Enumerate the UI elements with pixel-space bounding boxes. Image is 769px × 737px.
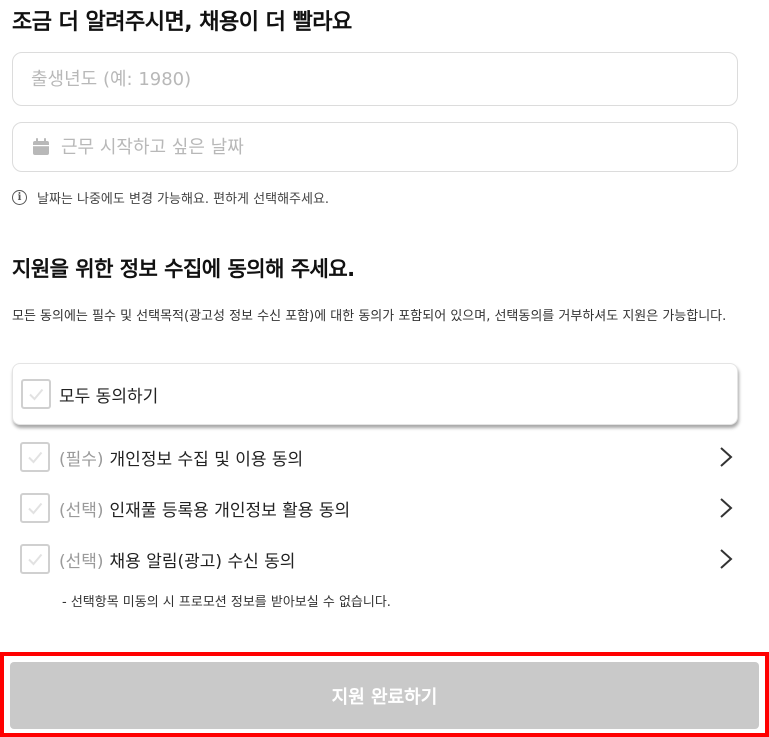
chevron-right-icon[interactable]	[718, 497, 734, 519]
consent-label: 인재풀 등록용 개인정보 활용 동의	[109, 500, 351, 521]
consent-item-talent-pool[interactable]: (선택) 인재풀 등록용 개인정보 활용 동의	[20, 490, 738, 526]
start-date-input[interactable]	[61, 136, 737, 158]
consent-title: 지원을 위한 정보 수집에 동의해 주세요.	[12, 257, 355, 281]
consent-checkbox[interactable]	[20, 544, 50, 574]
chevron-right-icon[interactable]	[718, 548, 734, 570]
consent-checkbox[interactable]	[20, 493, 50, 523]
agree-all-row[interactable]: 모두 동의하기	[12, 363, 738, 425]
consent-item-job-alert[interactable]: (선택) 채용 알림(광고) 수신 동의	[20, 541, 738, 577]
info-icon: i	[12, 190, 27, 205]
consent-tag: (선택)	[59, 551, 104, 572]
check-icon	[28, 502, 43, 515]
agree-all-checkbox[interactable]	[21, 379, 51, 409]
date-notice-text: 날짜는 나중에도 변경 가능해요. 편하게 선택해주세요.	[37, 192, 330, 207]
birth-year-input[interactable]	[31, 68, 737, 90]
submit-area-highlight: 지원 완료하기	[0, 652, 769, 737]
birth-year-field[interactable]	[12, 52, 738, 106]
check-icon	[29, 388, 44, 401]
consent-label: 채용 알림(광고) 수신 동의	[109, 551, 296, 572]
consent-checkbox[interactable]	[20, 442, 50, 472]
page-title: 조금 더 알려주시면, 채용이 더 빨라요	[12, 10, 352, 35]
submit-application-button[interactable]: 지원 완료하기	[10, 662, 759, 729]
consent-tag: (필수)	[59, 449, 104, 470]
consent-description: 모든 동의에는 필수 및 선택목적(광고성 정보 수신 포함)에 대한 동의가 …	[12, 309, 727, 324]
start-date-field[interactable]	[12, 122, 738, 172]
agree-all-label: 모두 동의하기	[59, 386, 159, 407]
chevron-right-icon[interactable]	[718, 446, 734, 468]
optional-consent-note: - 선택항목 미동의 시 프로모션 정보를 받아보실 수 없습니다.	[62, 595, 391, 610]
calendar-icon	[33, 138, 49, 155]
consent-tag: (선택)	[59, 500, 104, 521]
consent-label: 개인정보 수집 및 이용 동의	[109, 449, 304, 470]
consent-item-privacy[interactable]: (필수) 개인정보 수집 및 이용 동의	[20, 439, 738, 475]
check-icon	[28, 553, 43, 566]
check-icon	[28, 451, 43, 464]
date-notice: i 날짜는 나중에도 변경 가능해요. 편하게 선택해주세요.	[12, 188, 329, 207]
